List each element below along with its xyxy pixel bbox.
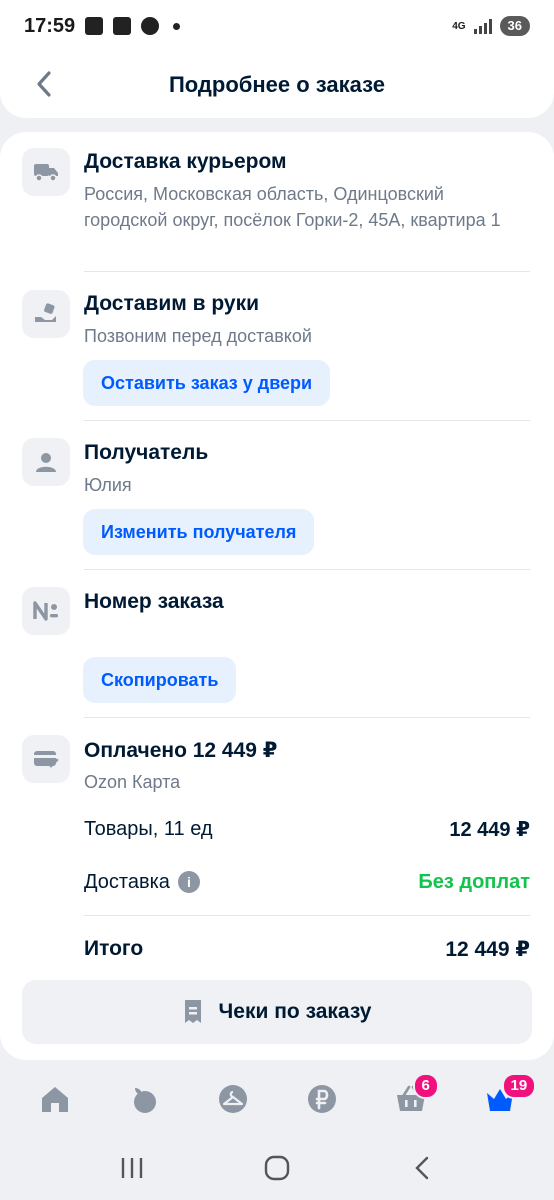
home-system-button[interactable]: [247, 1143, 307, 1193]
divider: [84, 569, 530, 570]
user-icon: [22, 438, 70, 486]
divider: [84, 271, 530, 272]
receipts-button[interactable]: Чеки по заказу: [22, 980, 532, 1044]
receipts-label: Чеки по заказу: [218, 1000, 372, 1023]
total-row: Итого 12 449 ₽: [84, 934, 530, 964]
page-title: Подробнее о заказе: [168, 72, 386, 97]
delivery-address: Россия, Московская область, Одинцовский …: [84, 184, 501, 230]
recent-apps-icon: [122, 1158, 143, 1178]
nav-finance[interactable]: [292, 1071, 352, 1127]
total-value: 12 449 ₽: [445, 937, 530, 961]
gallery-icon: [85, 17, 104, 35]
delivery-cost-value: Без доплат: [418, 870, 530, 893]
handover-subtitle: Позвоним перед доставкой: [84, 326, 312, 346]
system-navigation: [0, 1136, 554, 1200]
recipient-name: Юлия: [84, 475, 132, 495]
ruble-icon: [307, 1085, 336, 1113]
handover-title: Доставим в руки: [84, 292, 259, 315]
receipt-icon: [184, 1000, 201, 1023]
recipient-title: Получатель: [84, 441, 209, 464]
delivery-title: Доставка курьером: [84, 150, 287, 173]
divider: [84, 915, 530, 916]
order-details-card: Доставка курьером Россия, Московская обл…: [0, 132, 554, 1060]
shield-icon: [113, 17, 132, 35]
change-recipient-button[interactable]: Изменить получателя: [83, 509, 315, 555]
nav-cart[interactable]: 6: [381, 1071, 441, 1127]
nav-fresh[interactable]: [114, 1071, 174, 1127]
hanger-icon: [218, 1085, 247, 1113]
number-sign-icon: [22, 587, 70, 635]
status-bar: 17:59 4G 36: [0, 0, 554, 52]
nav-services[interactable]: [203, 1071, 263, 1127]
back-button[interactable]: [24, 64, 64, 104]
whatsapp-icon: [141, 17, 160, 35]
hand-box-icon: [22, 290, 70, 338]
payment-method: Ozon Карта: [84, 772, 181, 792]
cart-badge: 6: [412, 1073, 439, 1099]
chevron-left-icon: [37, 71, 51, 97]
network-type: 4G: [452, 20, 466, 32]
page-header: Подробнее о заказе: [0, 52, 554, 118]
fruit-icon: [133, 1088, 156, 1113]
truck-icon: [22, 148, 70, 196]
signal-icon: [473, 18, 492, 34]
card-check-icon: [22, 735, 70, 783]
bottom-navigation: 6 19: [0, 1066, 554, 1132]
nav-profile[interactable]: 19: [470, 1071, 537, 1127]
nav-home[interactable]: [25, 1071, 85, 1127]
order-number-title: Номер заказа: [84, 590, 224, 613]
home-icon: [41, 1087, 68, 1112]
copy-order-number-button[interactable]: Скопировать: [83, 657, 237, 703]
goods-value: 12 449 ₽: [449, 818, 530, 841]
divider: [84, 717, 530, 718]
home-circle-icon: [264, 1155, 290, 1181]
goods-label: Товары, 11 ед: [84, 817, 213, 840]
system-back-button[interactable]: [392, 1143, 452, 1193]
total-label: Итого: [84, 937, 144, 960]
divider: [84, 420, 530, 421]
goods-row: Товары, 11 ед 12 449 ₽: [84, 814, 530, 844]
back-arrow-icon: [414, 1156, 428, 1180]
leave-at-door-button[interactable]: Оставить заказ у двери: [83, 360, 331, 406]
payment-title: Оплачено 12 449 ₽: [84, 739, 278, 762]
info-icon[interactable]: i: [177, 871, 200, 894]
delivery-cost-label: Доставка: [84, 870, 170, 893]
battery-level: 36: [499, 16, 530, 36]
more-notifications-icon: [173, 22, 181, 30]
recent-apps-button[interactable]: [102, 1143, 162, 1193]
status-time: 17:59: [24, 14, 76, 37]
delivery-cost-row: Доставка i Без доплат: [84, 867, 530, 897]
profile-badge: 19: [501, 1073, 537, 1099]
